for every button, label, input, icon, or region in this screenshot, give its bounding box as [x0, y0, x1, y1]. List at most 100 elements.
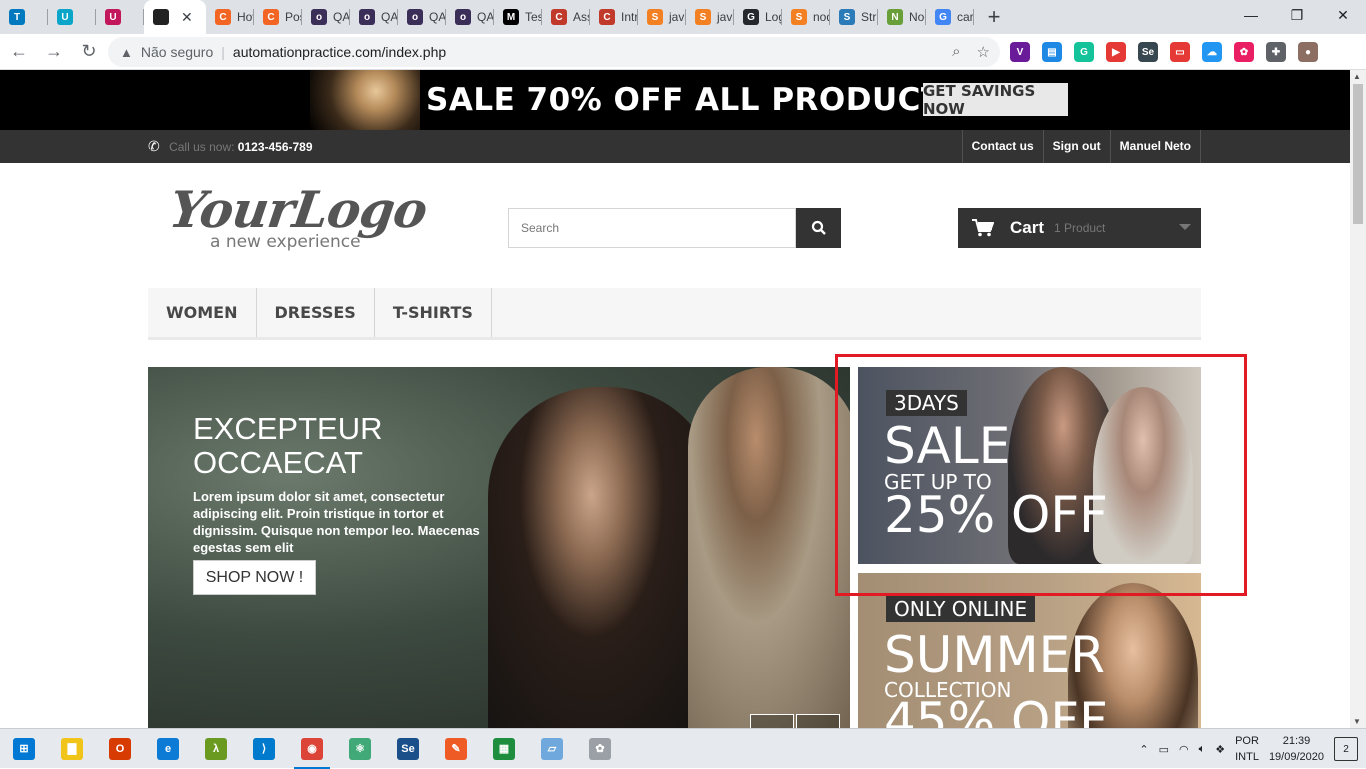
- tab-favicon-icon: C: [263, 9, 279, 25]
- language-indicator[interactable]: POR INTL: [1235, 733, 1259, 765]
- browser-tab[interactable]: C Ass: [542, 0, 590, 34]
- browser-tab[interactable]: o QA: [350, 0, 398, 34]
- extension-icon[interactable]: ▶: [1106, 42, 1126, 62]
- taskbar-button[interactable]: ⟩: [240, 729, 288, 769]
- sign-out-link[interactable]: Sign out: [1042, 130, 1110, 163]
- menu-item-women[interactable]: WOMEN: [148, 288, 257, 337]
- taskbar-button[interactable]: ⚛: [336, 729, 384, 769]
- homepage-slider[interactable]: EXCEPTEUR OCCAECAT Lorem ipsum dolor sit…: [148, 367, 850, 728]
- tab-favicon-icon: S: [647, 9, 663, 25]
- tab-favicon-icon: o: [407, 9, 423, 25]
- browser-tab[interactable]: T: [0, 0, 48, 34]
- cart-button[interactable]: Cart 1 Product: [958, 208, 1201, 248]
- tab-favicon-icon: [153, 9, 169, 25]
- extension-icon[interactable]: Se: [1138, 42, 1158, 62]
- taskbar-button[interactable]: ▱: [528, 729, 576, 769]
- reload-button[interactable]: ↻: [73, 36, 105, 68]
- menu-item-dresses[interactable]: DRESSES: [257, 288, 375, 337]
- address-bar[interactable]: ▲ Não seguro | automationpractice.com/in…: [108, 37, 1000, 67]
- browser-tab[interactable]: U: [96, 0, 144, 34]
- extension-icon[interactable]: ☁: [1202, 42, 1222, 62]
- contact-us-link[interactable]: Contact us: [961, 130, 1043, 163]
- taskbar-button[interactable]: ✎: [432, 729, 480, 769]
- battery-icon[interactable]: ▭: [1159, 743, 1169, 756]
- back-button[interactable]: ←: [3, 36, 35, 68]
- scroll-down-icon[interactable]: ▼: [1353, 717, 1361, 726]
- slider-next-button[interactable]: [796, 714, 840, 728]
- window-controls: — ❐ ✕: [1228, 0, 1366, 30]
- browser-tab[interactable]: Sjava: [686, 0, 734, 34]
- zoom-icon[interactable]: ⌕: [952, 43, 960, 61]
- maximize-button[interactable]: ❐: [1274, 0, 1320, 30]
- banner-text: SALE 70% OFF ALL PRODUCTS: [426, 82, 966, 118]
- taskbar-button[interactable]: ▇: [48, 729, 96, 769]
- close-tab-icon[interactable]: ✕: [181, 9, 193, 26]
- taskbar-button[interactable]: λ: [192, 729, 240, 769]
- extension-icon[interactable]: G: [1074, 42, 1094, 62]
- search-button[interactable]: [796, 208, 841, 248]
- browser-tab[interactable]: S Strin: [830, 0, 878, 34]
- taskbar-button[interactable]: O: [96, 729, 144, 769]
- windows-start-icon: ⊞: [13, 737, 35, 760]
- search-input[interactable]: [508, 208, 796, 248]
- clock[interactable]: 21:39 19/09/2020: [1269, 733, 1324, 765]
- browser-tab[interactable]: U: [48, 0, 96, 34]
- browser-tab[interactable]: M Test: [494, 0, 542, 34]
- tab-title: QA: [333, 10, 350, 24]
- account-link[interactable]: Manuel Neto: [1109, 130, 1201, 163]
- security-label[interactable]: Não seguro: [141, 44, 213, 60]
- browser-tab[interactable]: C Intr: [590, 0, 638, 34]
- dropbox-icon[interactable]: ❖: [1215, 743, 1225, 756]
- taskbar-button[interactable]: ◉: [288, 729, 336, 769]
- clock-time: 21:39: [1282, 735, 1311, 747]
- extension-icon[interactable]: ✿: [1234, 42, 1254, 62]
- volume-icon[interactable]: 🔈︎: [1199, 743, 1206, 756]
- forward-button[interactable]: →: [38, 36, 70, 68]
- browser-tab-active[interactable]: ✕: [144, 0, 206, 34]
- browser-tab[interactable]: Snod: [782, 0, 830, 34]
- page-scrollbar[interactable]: ▲ ▼: [1350, 70, 1366, 728]
- taskbar-button[interactable]: ▦: [480, 729, 528, 769]
- extension-icon[interactable]: ●: [1298, 42, 1318, 62]
- logo-main: YourLogo: [165, 180, 431, 239]
- wifi-icon[interactable]: ◠: [1179, 743, 1189, 756]
- office-icon: O: [109, 737, 131, 760]
- bookmark-star-icon[interactable]: ☆: [977, 43, 990, 61]
- browser-tab[interactable]: Sjava: [638, 0, 686, 34]
- extension-icon[interactable]: ▭: [1170, 42, 1190, 62]
- browser-tab[interactable]: C Pos: [254, 0, 302, 34]
- promo-banner-summer[interactable]: ONLY ONLINE SUMMER COLLECTION 45% OFF: [858, 573, 1201, 728]
- browser-tab[interactable]: Gcarr: [926, 0, 974, 34]
- extension-icon[interactable]: ▤: [1042, 42, 1062, 62]
- chrome-icon: ◉: [301, 737, 323, 760]
- shop-now-button[interactable]: SHOP NOW !: [193, 560, 316, 595]
- site-logo[interactable]: YourLogo a new experience: [166, 180, 431, 260]
- tab-favicon-icon: o: [455, 9, 471, 25]
- browser-tab[interactable]: o QA: [446, 0, 494, 34]
- extension-icon[interactable]: ✚: [1266, 42, 1286, 62]
- scrollbar-thumb[interactable]: [1353, 84, 1363, 224]
- url-text[interactable]: automationpractice.com/index.php: [233, 44, 446, 60]
- taskbar-button[interactable]: e: [144, 729, 192, 769]
- scroll-up-icon[interactable]: ▲: [1353, 72, 1361, 81]
- browser-tab[interactable]: G Log: [734, 0, 782, 34]
- top-banner[interactable]: SALE 70% OFF ALL PRODUCTS GET SAVINGS NO…: [0, 70, 1350, 130]
- notification-center-button[interactable]: 2: [1334, 737, 1358, 761]
- new-tab-button[interactable]: +: [974, 0, 1014, 34]
- browser-tab[interactable]: o QA: [398, 0, 446, 34]
- menu-item-tshirts[interactable]: T-SHIRTS: [375, 288, 492, 337]
- close-window-button[interactable]: ✕: [1320, 0, 1366, 30]
- slider-prev-button[interactable]: [750, 714, 794, 728]
- browser-tab[interactable]: C Hov: [206, 0, 254, 34]
- slider-model-man: [688, 367, 850, 728]
- browser-tab[interactable]: o QA: [302, 0, 350, 34]
- minimize-button[interactable]: —: [1228, 0, 1274, 30]
- warning-icon[interactable]: ▲: [120, 45, 133, 60]
- get-savings-button[interactable]: GET SAVINGS NOW: [923, 82, 1068, 118]
- taskbar-button[interactable]: Se: [384, 729, 432, 769]
- chevron-up-icon[interactable]: ⌃: [1139, 743, 1148, 756]
- extension-icon[interactable]: V: [1010, 42, 1030, 62]
- taskbar-button[interactable]: ✿: [576, 729, 624, 769]
- taskbar-button[interactable]: ⊞: [0, 729, 48, 769]
- browser-tab[interactable]: N Nod: [878, 0, 926, 34]
